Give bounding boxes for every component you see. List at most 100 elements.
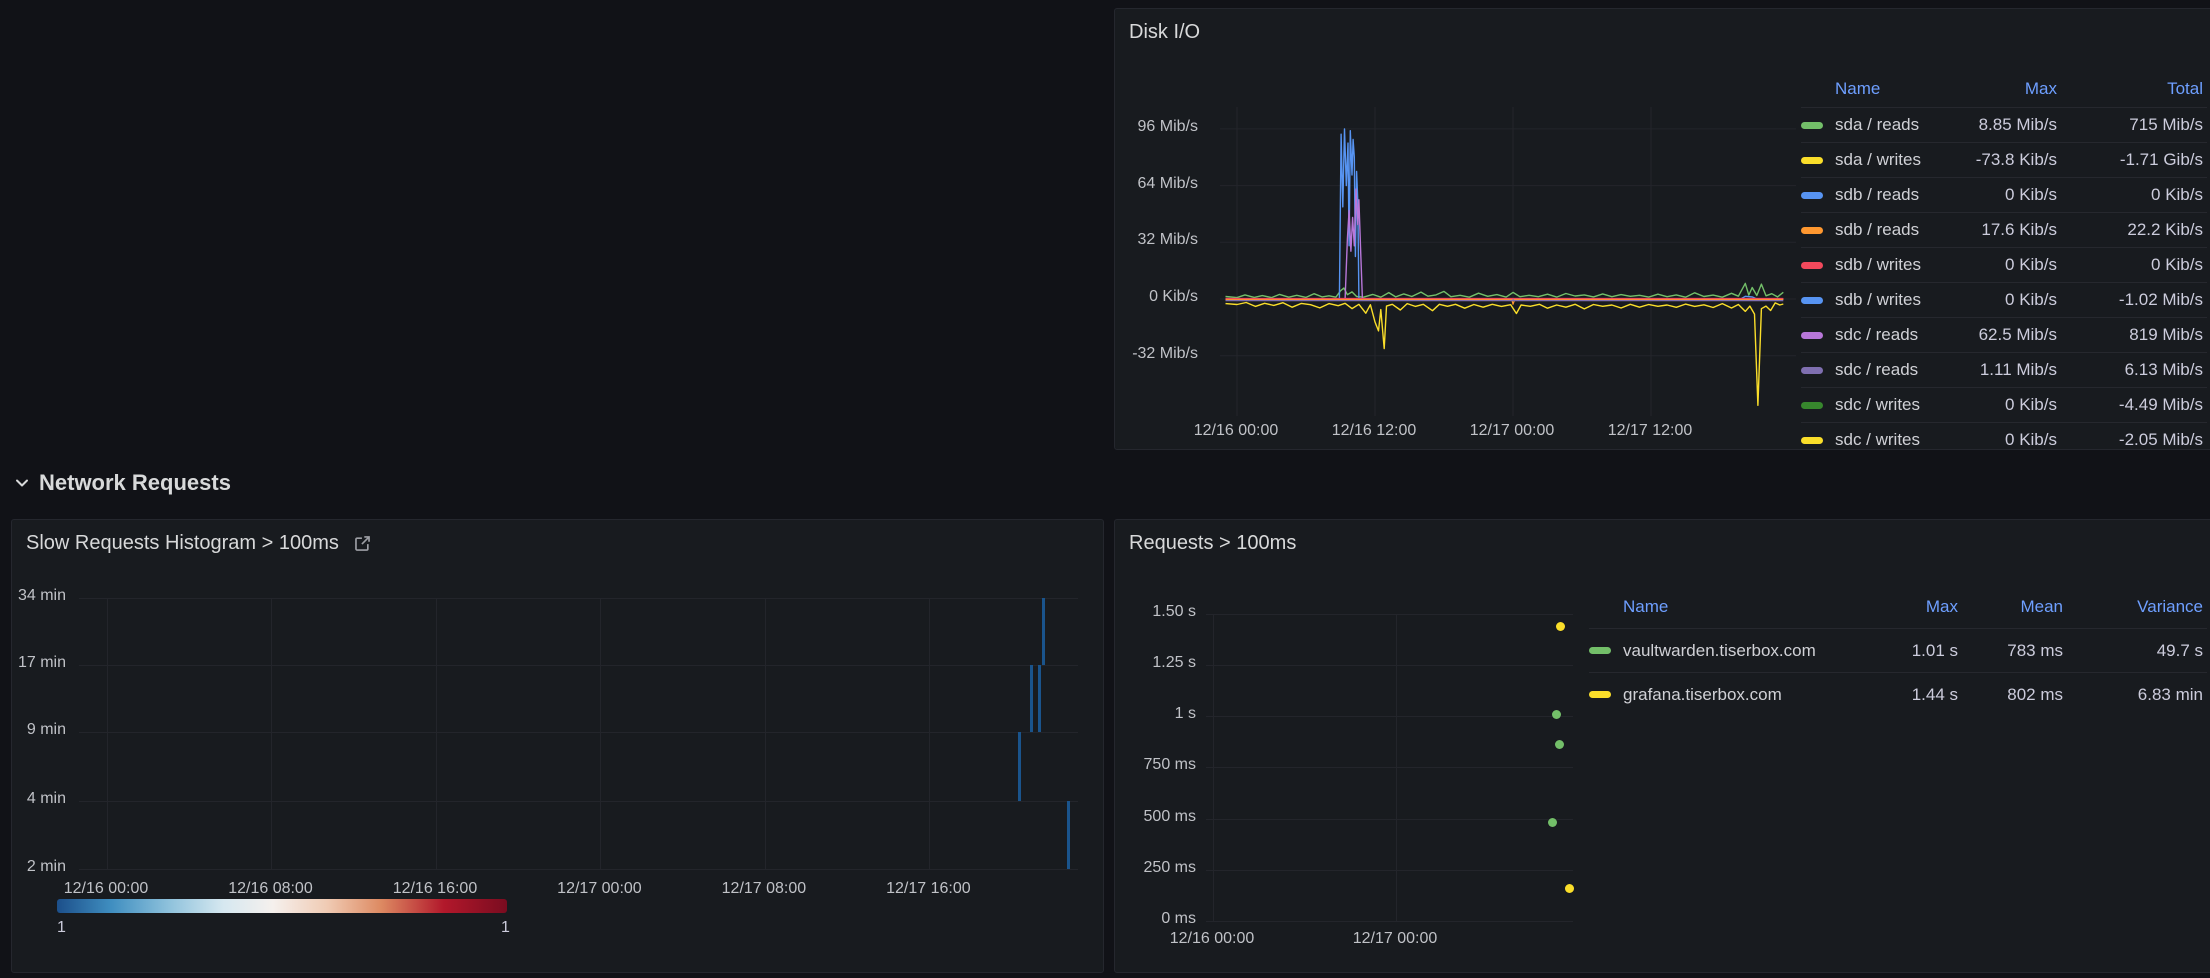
disk-io-chart-svg (1206, 101, 1796, 431)
panel-slow-requests-histogram: Slow Requests Histogram > 100ms 1 1 (11, 519, 1104, 973)
histogram-panel-title[interactable]: Slow Requests Histogram > 100ms (26, 532, 372, 555)
legend-row[interactable]: sda / reads8.85 Mib/s715 Mib/s (1801, 107, 2207, 142)
legend-row[interactable]: sdc / writes0 Kib/s-2.05 Mib/s (1801, 422, 2207, 450)
legend-header-mean[interactable]: Mean (1958, 597, 2063, 617)
legend-swatch-cell (1801, 122, 1835, 129)
color-scale-max-label: 1 (501, 919, 510, 937)
scatter-point (1552, 710, 1561, 719)
legend-row[interactable]: sda / writes-73.8 Kib/s-1.71 Gib/s (1801, 142, 2207, 177)
legend-swatch-cell (1801, 332, 1835, 339)
series-line (1226, 189, 1784, 299)
legend-row[interactable]: sdb / reads0 Kib/s0 Kib/s (1801, 177, 2207, 212)
legend-series-name[interactable]: sdc / writes (1835, 430, 1927, 450)
series-color-swatch[interactable] (1589, 691, 1611, 698)
disk-io-legend-table: NameMaxTotal sda / reads8.85 Mib/s715 Mib… (1801, 71, 2207, 450)
chevron-down-icon (14, 475, 30, 491)
legend-row[interactable]: sdb / writes0 Kib/s-1.02 Mib/s (1801, 282, 2207, 317)
legend-value-total: 22.2 Kib/s (2057, 220, 2203, 240)
scatter-point (1555, 740, 1564, 749)
gridline-horizontal (79, 801, 1078, 802)
external-link-icon[interactable] (353, 534, 372, 553)
axis-tick-label: 12/16 00:00 (1176, 422, 1296, 440)
axis-tick-label: 12/17 16:00 (868, 880, 988, 898)
legend-series-name[interactable]: sdb / reads (1835, 220, 1927, 240)
legend-value-total: -1.71 Gib/s (2057, 150, 2203, 170)
series-color-swatch[interactable] (1801, 262, 1823, 269)
legend-header-variance[interactable]: Variance (2063, 597, 2203, 617)
disk-io-chart-area[interactable] (1206, 101, 1796, 431)
legend-row[interactable]: sdc / writes0 Kib/s-4.49 Mib/s (1801, 387, 2207, 422)
legend-value-max: 0 Kib/s (1927, 255, 2057, 275)
legend-value-total: 0 Kib/s (2057, 185, 2203, 205)
requests-chart-area[interactable] (1206, 601, 1573, 921)
legend-row[interactable]: sdb / reads17.6 Kib/s22.2 Kib/s (1801, 212, 2207, 247)
legend-series-name[interactable]: vaultwarden.tiserbox.com (1623, 641, 1848, 661)
legend-series-name[interactable]: sdc / writes (1835, 395, 1927, 415)
legend-header-name[interactable]: Name (1835, 79, 1927, 99)
series-color-swatch[interactable] (1801, 367, 1823, 374)
gridline-horizontal (1206, 665, 1573, 666)
series-color-swatch[interactable] (1589, 647, 1611, 654)
axis-tick-label: 12/17 00:00 (539, 880, 659, 898)
legend-series-name[interactable]: sdc / reads (1835, 360, 1927, 380)
axis-tick-label: 12/17 12:00 (1590, 422, 1710, 440)
series-color-swatch[interactable] (1801, 437, 1823, 444)
legend-row[interactable]: vaultwarden.tiserbox.com1.01 s783 ms49.7… (1589, 628, 2207, 672)
series-color-swatch[interactable] (1801, 192, 1823, 199)
axis-tick-label: 12/17 00:00 (1452, 422, 1572, 440)
series-color-swatch[interactable] (1801, 297, 1823, 304)
legend-swatch-cell (1801, 367, 1835, 374)
disk-io-panel-title[interactable]: Disk I/O (1129, 21, 1200, 44)
legend-value-variance: 49.7 s (2063, 641, 2203, 661)
axis-tick-label: 32 Mib/s (1100, 231, 1198, 249)
axis-tick-label: 12/17 00:00 (1335, 930, 1455, 948)
gridline-horizontal (1206, 614, 1573, 615)
legend-series-name[interactable]: sdb / reads (1835, 185, 1927, 205)
axis-tick-label: 500 ms (1100, 808, 1196, 826)
histogram-chart-area[interactable] (79, 576, 1078, 869)
legend-value-total: 715 Mib/s (2057, 115, 2203, 135)
heatmap-cell (1030, 665, 1033, 732)
legend-row[interactable]: sdc / reads62.5 Mib/s819 Mib/s (1801, 317, 2207, 352)
legend-value-total: -4.49 Mib/s (2057, 395, 2203, 415)
legend-series-name[interactable]: grafana.tiserbox.com (1623, 685, 1848, 705)
series-color-swatch[interactable] (1801, 122, 1823, 129)
legend-value-max: 0 Kib/s (1927, 395, 2057, 415)
legend-swatch-cell (1589, 647, 1623, 654)
legend-series-name[interactable]: sdb / writes (1835, 290, 1927, 310)
legend-value-max: -73.8 Kib/s (1927, 150, 2057, 170)
section-network-requests[interactable]: Network Requests (14, 470, 231, 496)
series-color-swatch[interactable] (1801, 402, 1823, 409)
series-color-swatch[interactable] (1801, 157, 1823, 164)
gridline-horizontal (1206, 716, 1573, 717)
axis-tick-label: 64 Mib/s (1100, 175, 1198, 193)
legend-swatch-cell (1589, 691, 1623, 698)
legend-header-name[interactable]: Name (1623, 597, 1848, 617)
legend-header-total[interactable]: Total (2057, 79, 2203, 99)
legend-series-name[interactable]: sda / reads (1835, 115, 1927, 135)
gridline-horizontal (79, 869, 1078, 870)
legend-series-name[interactable]: sda / writes (1835, 150, 1927, 170)
legend-value-max: 0 Kib/s (1927, 290, 2057, 310)
gridline-horizontal (1206, 819, 1573, 820)
series-color-swatch[interactable] (1801, 332, 1823, 339)
legend-row[interactable]: sdb / writes0 Kib/s0 Kib/s (1801, 247, 2207, 282)
legend-header-max[interactable]: Max (1927, 79, 2057, 99)
legend-row[interactable]: grafana.tiserbox.com1.44 s802 ms6.83 min (1589, 672, 2207, 716)
requests-panel-title[interactable]: Requests > 100ms (1129, 532, 1296, 555)
legend-series-name[interactable]: sdc / reads (1835, 325, 1927, 345)
axis-tick-label: 250 ms (1100, 859, 1196, 877)
legend-header-row: NameMaxMeanVariance (1589, 586, 2207, 628)
gridline-horizontal (1206, 921, 1573, 922)
series-color-swatch[interactable] (1801, 227, 1823, 234)
gridline-vertical (107, 598, 108, 869)
legend-row[interactable]: sdc / reads1.11 Mib/s6.13 Mib/s (1801, 352, 2207, 387)
legend-header-max[interactable]: Max (1848, 597, 1958, 617)
gridline-vertical (436, 598, 437, 869)
gridline-vertical (600, 598, 601, 869)
axis-tick-label: 12/16 00:00 (46, 880, 166, 898)
legend-series-name[interactable]: sdb / writes (1835, 255, 1927, 275)
legend-value-max: 0 Kib/s (1927, 430, 2057, 450)
gridline-horizontal (1206, 767, 1573, 768)
requests-legend-table: NameMaxMeanVariancevaultwarden.tiserbox.… (1589, 586, 2207, 746)
